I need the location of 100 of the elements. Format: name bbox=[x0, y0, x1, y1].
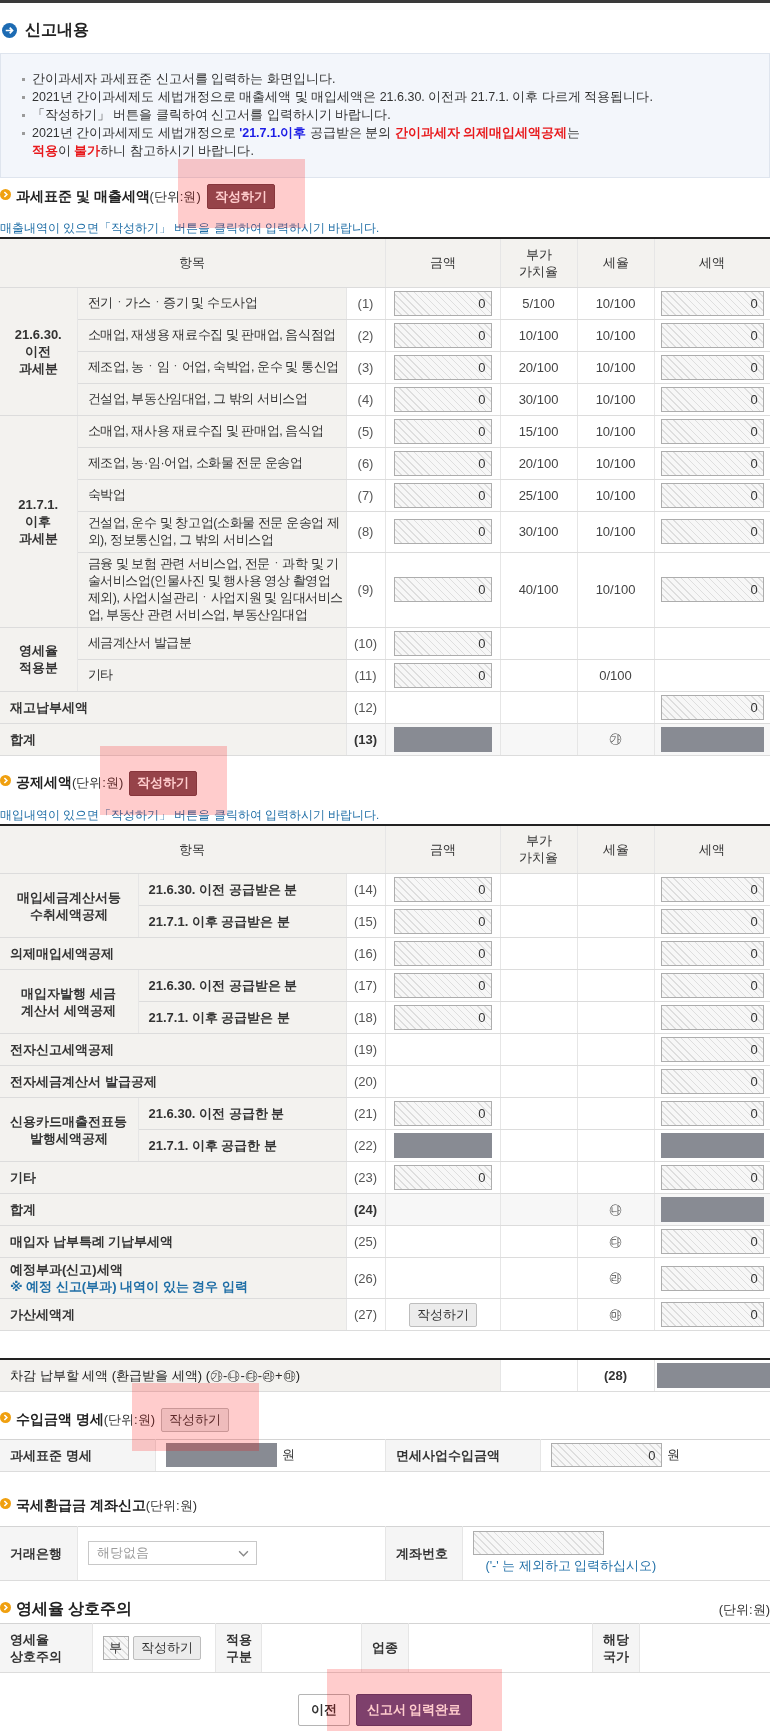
line-number: (28) bbox=[577, 1359, 655, 1391]
tax-field[interactable]: 0 bbox=[660, 1101, 764, 1126]
tax-field[interactable]: 0 bbox=[660, 941, 764, 966]
amount-field[interactable]: 0 bbox=[393, 418, 492, 444]
write-button[interactable]: 작성하기 bbox=[206, 184, 275, 209]
amount-field[interactable]: 0 bbox=[393, 877, 492, 902]
tax-field[interactable]: 0 bbox=[660, 909, 764, 934]
write-button[interactable]: 작성하기 bbox=[132, 1635, 201, 1660]
group-label: 매입자발행 세금 계산서 세액공제 bbox=[0, 969, 138, 1034]
chevron-circle-icon bbox=[0, 775, 11, 786]
account-number-field[interactable] bbox=[472, 1531, 604, 1555]
submit-button[interactable]: 신고서 입력완료 bbox=[356, 1693, 472, 1726]
tax-field[interactable]: 0 bbox=[660, 450, 764, 476]
chevron-circle-icon bbox=[0, 1412, 11, 1423]
amount-field[interactable]: 0 bbox=[393, 290, 492, 316]
tax-rate: ㉱ bbox=[577, 1257, 654, 1299]
column-header: 세액 bbox=[654, 238, 770, 287]
item-label: 21.7.1. 이후 공급받은 분 bbox=[138, 905, 346, 938]
line-number: (11) bbox=[346, 659, 385, 691]
back-button[interactable]: 이전 bbox=[298, 1693, 350, 1726]
tax-field[interactable]: 0 bbox=[660, 973, 764, 998]
amount-field[interactable]: 0 bbox=[393, 973, 492, 998]
tax-field[interactable]: 0 bbox=[660, 290, 764, 316]
tax-field[interactable]: 0 bbox=[660, 1229, 764, 1254]
hint-text: 매출내역이 있으면「작성하기」 버튼을 클릭하여 입력하시기 바랍니다. bbox=[0, 221, 380, 236]
tax-field[interactable]: 0 bbox=[660, 877, 764, 902]
notice-text: 2021년 간이과세제도 세법개정으로 매출세액 및 매입세액은 21.6.30. 이전과 21.7.1. 이후 다르게 적용됩니다. bbox=[32, 89, 653, 106]
tax-rate: 10/100 bbox=[577, 415, 654, 447]
amount-field[interactable]: 0 bbox=[393, 386, 492, 412]
item-label: 예정부과(신고)세액 bbox=[10, 1261, 124, 1278]
amount-field[interactable]: 0 bbox=[393, 577, 492, 602]
item-label: 숙박업 bbox=[77, 479, 346, 511]
tax-rate: ㉮ bbox=[577, 723, 654, 755]
arrow-circle-icon bbox=[2, 22, 17, 38]
square-bullet-icon bbox=[22, 78, 25, 81]
amount-field[interactable]: 0 bbox=[393, 354, 492, 380]
item-label: 건설업, 운수 및 창고업(소화물 전문 운송업 제외), 정보통신업, 그 밖의 서비스업 bbox=[77, 511, 346, 552]
line-number: (19) bbox=[346, 1033, 385, 1066]
tax-field[interactable]: 0 bbox=[660, 1005, 764, 1030]
tax-field[interactable]: 0 bbox=[660, 577, 764, 602]
amount-field[interactable]: 0 bbox=[393, 630, 492, 656]
line-number: (5) bbox=[346, 415, 385, 447]
item-label: 전자세금계산서 발급공제 bbox=[0, 1065, 346, 1098]
tax-field[interactable]: 0 bbox=[660, 418, 764, 444]
tax-field[interactable]: 0 bbox=[660, 694, 764, 720]
line-number: (4) bbox=[346, 383, 385, 415]
amount-field[interactable]: 0 bbox=[393, 941, 492, 966]
tax-rate: ㉰ bbox=[577, 1225, 654, 1258]
item-label: 세금계산서 발급분 bbox=[77, 627, 346, 659]
item-label: 재고납부세액 bbox=[0, 691, 346, 723]
amount-field[interactable]: 0 bbox=[393, 519, 492, 544]
write-button[interactable]: 작성하기 bbox=[161, 1408, 230, 1432]
item-label: 소매업, 재생용 재료수집 및 판매업, 음식점업 bbox=[77, 319, 346, 351]
item-label: 합계 bbox=[0, 723, 346, 755]
field-label: 업종 bbox=[361, 1623, 408, 1672]
item-label: 21.6.30. 이전 공급받은 분 bbox=[138, 969, 346, 1002]
tax-field[interactable]: 0 bbox=[660, 1069, 764, 1094]
line-number: (14) bbox=[346, 873, 385, 906]
tax-field[interactable]: 0 bbox=[660, 386, 764, 412]
tax-field[interactable]: 0 bbox=[660, 1037, 764, 1062]
tax-field[interactable]: 0 bbox=[660, 482, 764, 508]
hint-text: ('-' 는 제외하고 입력하십시오) bbox=[485, 1558, 657, 1575]
value-added-rate: 10/100 bbox=[500, 319, 577, 351]
reciprocity-field[interactable]: 부 bbox=[102, 1635, 129, 1660]
field-label: 해당 국가 bbox=[592, 1623, 639, 1672]
tax-field[interactable]: 0 bbox=[660, 354, 764, 380]
amount-field[interactable]: 0 bbox=[393, 322, 492, 348]
write-button[interactable]: 작성하기 bbox=[408, 1302, 477, 1327]
section-title: 수입금액 명세 bbox=[16, 1411, 104, 1429]
tax-field[interactable]: 0 bbox=[660, 1302, 764, 1327]
item-label: 매입자 납부특례 기납부세액 bbox=[0, 1225, 346, 1258]
notice-text: 「작성하기」 버튼을 클릭하여 신고서를 입력하시기 바랍니다. bbox=[32, 107, 391, 124]
tax-rate: 10/100 bbox=[577, 351, 654, 383]
amount-field[interactable]: 0 bbox=[393, 450, 492, 476]
item-label: 21.7.1. 이후 공급한 분 bbox=[138, 1129, 346, 1162]
tax-rate: 10/100 bbox=[577, 552, 654, 627]
amount-field[interactable]: 0 bbox=[393, 1101, 492, 1126]
tax-field[interactable]: 0 bbox=[660, 1165, 764, 1190]
amount-field[interactable]: 0 bbox=[393, 1005, 492, 1030]
amount-field[interactable]: 0 bbox=[393, 482, 492, 508]
section-title: 공제세액 bbox=[16, 774, 72, 792]
write-button[interactable]: 작성하기 bbox=[129, 770, 198, 796]
section-title: 국세환급금 계좌신고 bbox=[16, 1497, 146, 1515]
column-header: 항목 bbox=[0, 238, 385, 287]
chevron-circle-icon bbox=[0, 1498, 11, 1509]
group-label: 신용카드매출전표등 발행세액공제 bbox=[0, 1097, 138, 1162]
tax-field[interactable]: 0 bbox=[660, 1265, 764, 1291]
field-label: 계좌번호 bbox=[385, 1526, 462, 1580]
tax-rate: ㉯ bbox=[577, 1193, 654, 1226]
field-label: 거래은행 bbox=[0, 1526, 77, 1580]
tax-field[interactable]: 0 bbox=[660, 322, 764, 348]
amount-field[interactable]: 0 bbox=[393, 662, 492, 688]
tax-field[interactable]: 0 bbox=[660, 519, 764, 544]
item-label: 소매업, 재사용 재료수집 및 판매업, 음식업 bbox=[77, 415, 346, 447]
unit-note: (단위:원) bbox=[72, 774, 124, 792]
amount-field[interactable]: 0 bbox=[393, 1165, 492, 1190]
amount-field[interactable]: 0 bbox=[393, 909, 492, 934]
item-label: 전자신고세액공제 bbox=[0, 1033, 346, 1066]
field-label: 면세사업수입금액 bbox=[385, 1439, 540, 1471]
amount-field[interactable]: 0 bbox=[550, 1443, 662, 1467]
